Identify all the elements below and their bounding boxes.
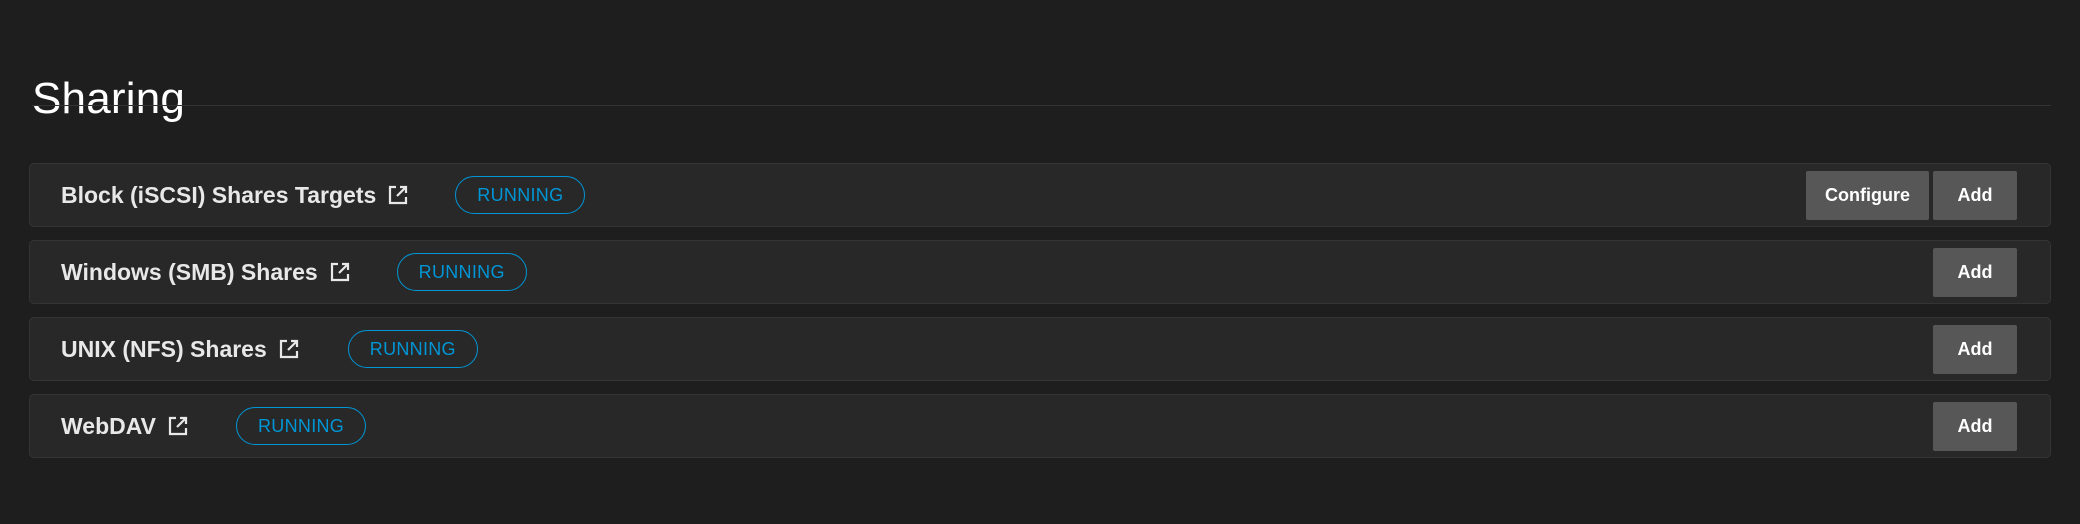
service-card-iscsi: Block (iSCSI) Shares Targets RUNNING Con…	[29, 163, 2051, 227]
sharing-page: Sharing Block (iSCSI) Shares Targets RUN…	[0, 0, 2080, 524]
status-badge: RUNNING	[396, 253, 527, 291]
add-button[interactable]: Add	[1933, 325, 2017, 374]
status-badge: RUNNING	[455, 176, 586, 214]
service-card-smb: Windows (SMB) Shares RUNNING Add	[29, 240, 2051, 304]
status-badge: RUNNING	[236, 407, 367, 445]
service-card-webdav: WebDAV RUNNING Add	[29, 394, 2051, 458]
card-actions: Configure Add	[1806, 171, 2017, 220]
card-actions: Add	[1933, 248, 2017, 297]
open-in-new-icon[interactable]	[386, 183, 410, 207]
configure-button[interactable]: Configure	[1806, 171, 1929, 220]
card-actions: Add	[1933, 402, 2017, 451]
service-title: Windows (SMB) Shares	[61, 258, 318, 285]
page-title: Sharing	[32, 74, 186, 124]
status-badge: RUNNING	[347, 330, 478, 368]
add-button[interactable]: Add	[1933, 171, 2017, 220]
service-title: WebDAV	[61, 412, 156, 439]
open-in-new-icon[interactable]	[166, 414, 190, 438]
service-card-nfs: UNIX (NFS) Shares RUNNING Add	[29, 317, 2051, 381]
open-in-new-icon[interactable]	[277, 337, 301, 361]
service-card-header: UNIX (NFS) Shares RUNNING	[61, 318, 478, 380]
service-title: Block (iSCSI) Shares Targets	[61, 181, 377, 208]
service-card-list: Block (iSCSI) Shares Targets RUNNING Con…	[29, 163, 2051, 471]
service-title: UNIX (NFS) Shares	[61, 335, 267, 362]
service-card-header: Windows (SMB) Shares RUNNING	[61, 241, 527, 303]
add-button[interactable]: Add	[1933, 402, 2017, 451]
service-card-header: WebDAV RUNNING	[61, 395, 367, 457]
add-button[interactable]: Add	[1933, 248, 2017, 297]
title-divider	[32, 105, 2051, 106]
service-card-header: Block (iSCSI) Shares Targets RUNNING	[61, 164, 586, 226]
card-actions: Add	[1933, 325, 2017, 374]
open-in-new-icon[interactable]	[328, 260, 352, 284]
